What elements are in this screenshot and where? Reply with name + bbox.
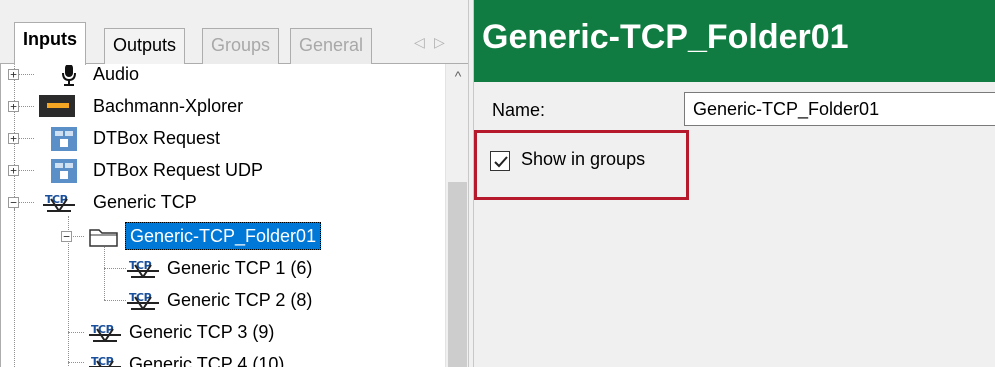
tree-node-label: Bachmann-Xplorer (93, 96, 244, 116)
tree-node-generic-tcp[interactable]: − TCP Generic TCP (1, 187, 441, 217)
name-label: Name: (492, 100, 546, 120)
scroll-up-icon[interactable]: ^ (450, 68, 466, 84)
expand-icon[interactable]: + (8, 101, 19, 112)
expand-icon[interactable]: + (8, 133, 19, 144)
bachmann-module-icon (39, 95, 75, 117)
tree-node-generic-tcp-1[interactable]: TCP Generic TCP 1 (6) (1, 253, 441, 283)
tcp-icon: TCP (87, 349, 123, 367)
tree-node-label: Audio (93, 64, 140, 84)
tree-node-label: DTBox Request UDP (93, 160, 264, 180)
tab-scroll-buttons: ◁ ▷ (410, 32, 464, 56)
checkmark-icon (494, 156, 508, 168)
tree-node-label: DTBox Request (93, 128, 221, 148)
folder-icon (89, 229, 118, 247)
inputs-tree: + Audio + Bachmann-Xplorer + DTBox Reque… (0, 64, 445, 367)
tree-node-generic-tcp-4[interactable]: TCP Generic TCP 4 (10) (1, 349, 441, 367)
tree-node-dtbox-request[interactable]: + DTBox Request (1, 123, 441, 153)
tab-inputs[interactable]: Inputs (14, 22, 86, 65)
tcp-icon: TCP (125, 253, 161, 281)
tree-scrollbar[interactable]: ^ (445, 64, 468, 367)
dtbox-udp-icon (51, 159, 77, 183)
properties-panel: Generic-TCP_Folder01 Name: Show in group… (474, 0, 995, 367)
tab-scroll-right-icon[interactable]: ▷ (434, 34, 445, 51)
tree-node-bachmann-xplorer[interactable]: + Bachmann-Xplorer (1, 91, 441, 121)
tree-node-label: Generic TCP 2 (8) (167, 290, 313, 310)
tree-node-label: Generic TCP 3 (9) (129, 322, 275, 342)
show-in-groups-highlight: Show in groups (474, 130, 689, 200)
properties-header: Generic-TCP_Folder01 (474, 0, 995, 82)
left-panel: Inputs Outputs Groups General ◁ ▷ + Audi… (0, 0, 468, 367)
tab-outputs[interactable]: Outputs (104, 28, 186, 64)
tree-node-generic-tcp-2[interactable]: TCP Generic TCP 2 (8) (1, 285, 441, 315)
tree-node-label: Generic TCP 4 (10) (129, 354, 285, 367)
tcp-icon: TCP (41, 187, 77, 215)
tab-groups[interactable]: Groups (202, 28, 280, 64)
tab-scroll-left-icon[interactable]: ◁ (414, 34, 425, 51)
tab-general[interactable]: General (290, 28, 373, 64)
expand-icon[interactable]: + (8, 69, 19, 80)
tree-node-label: Generic TCP (93, 192, 197, 212)
tcp-icon: TCP (125, 285, 161, 313)
page-title: Generic-TCP_Folder01 (482, 18, 849, 56)
tree-node-generic-tcp-folder01[interactable]: − Generic-TCP_Folder01 (1, 221, 441, 251)
tcp-icon: TCP (87, 317, 123, 345)
tree-node-dtbox-request-udp[interactable]: + DTBox Request UDP (1, 155, 441, 185)
tree-node-audio[interactable]: + Audio (1, 64, 441, 89)
tree-node-label-selected: Generic-TCP_Folder01 (125, 222, 322, 250)
tab-bar: Inputs Outputs Groups General ◁ ▷ (0, 0, 468, 65)
tree-node-label: Generic TCP 1 (6) (167, 258, 313, 278)
scrollbar-thumb[interactable] (448, 182, 467, 367)
expand-icon[interactable]: + (8, 165, 19, 176)
microphone-icon (62, 64, 76, 86)
show-in-groups-label[interactable]: Show in groups (521, 149, 645, 170)
collapse-icon[interactable]: − (61, 231, 72, 242)
dtbox-icon (51, 127, 77, 151)
tree-node-generic-tcp-3[interactable]: TCP Generic TCP 3 (9) (1, 317, 441, 347)
collapse-icon[interactable]: − (8, 197, 19, 208)
name-field[interactable] (684, 92, 995, 126)
show-in-groups-checkbox[interactable] (490, 151, 510, 171)
